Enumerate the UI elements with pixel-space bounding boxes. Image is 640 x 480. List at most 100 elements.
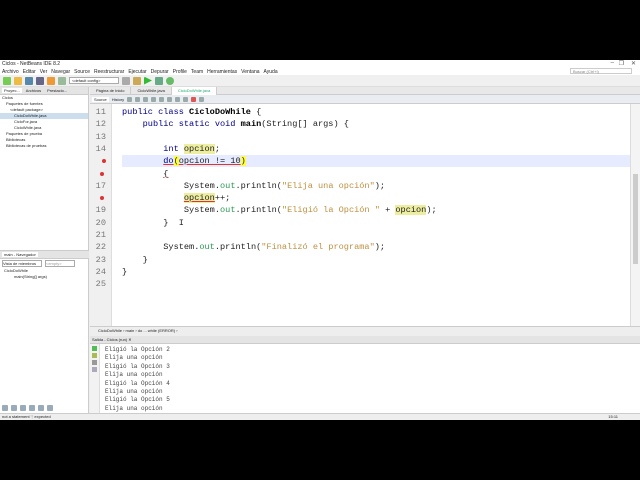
redo-icon[interactable] [58, 76, 66, 85]
code-token: } [122, 254, 148, 265]
source-tab[interactable]: Source [92, 96, 109, 102]
macro-stop-icon[interactable] [199, 96, 205, 102]
new-file-icon[interactable] [3, 76, 11, 85]
code-token: (String[] args) { [261, 119, 349, 130]
menu-item[interactable]: Editar [23, 69, 36, 75]
line-number: 22 [95, 242, 106, 253]
menu-item[interactable]: Ayuda [264, 69, 278, 75]
panel-tab[interactable]: Proyec... [2, 88, 22, 93]
search-input[interactable]: Buscar (Ctrl+I) [570, 68, 632, 74]
config-select[interactable]: <default config> [69, 77, 119, 84]
code-token: main [240, 119, 262, 130]
tree-item[interactable]: Bibliotecas de pruebas [0, 143, 88, 149]
navigator-tab[interactable]: main - Navegador [2, 252, 38, 257]
editor-toolbar: Source History [90, 95, 640, 104]
minimize-button[interactable]: – [611, 60, 614, 66]
code-text: public class CicloDoWhile { [122, 106, 261, 118]
editor-tab[interactable]: CicloWhile.java [131, 86, 172, 95]
debug-icon[interactable] [155, 76, 163, 85]
code-token: System. [122, 205, 220, 216]
rerun-params-icon[interactable] [92, 353, 97, 358]
profile-icon[interactable] [166, 76, 174, 85]
clean-build-icon[interactable] [133, 76, 141, 85]
shift-right-icon[interactable] [183, 96, 189, 102]
breadcrumb[interactable]: CicloDoWhile › main › do ... while (ERRO… [90, 326, 640, 334]
open-project-icon[interactable] [25, 76, 33, 85]
menu-item[interactable]: Navegar [51, 69, 70, 75]
menu-item[interactable]: Archivo [2, 69, 19, 75]
projects-panel: Proyec... Archivos Prestacio... Ciclos Paqu… [0, 87, 89, 413]
output-line: Eligió la Opción 3 [105, 362, 170, 370]
menu-item[interactable]: Ver [40, 69, 48, 75]
find-next-icon[interactable] [159, 96, 165, 102]
code-line: 25 [90, 278, 630, 290]
back-icon[interactable] [127, 96, 133, 102]
restore-button[interactable]: ❐ [619, 60, 624, 67]
output-line: Elija una opción [105, 388, 163, 395]
filter-icon[interactable] [47, 405, 53, 411]
menu-item[interactable]: Team [191, 69, 203, 75]
caret-position: 15:11 [608, 414, 618, 419]
filter-icon[interactable] [38, 405, 44, 411]
rerun-icon[interactable] [92, 346, 97, 351]
navigator-filters [2, 405, 53, 411]
menu-item[interactable]: Depurar [151, 69, 169, 75]
stop-icon[interactable] [92, 360, 97, 365]
code-token: out [220, 205, 236, 216]
output-line: Eligió la Opción 2 [105, 346, 170, 353]
line-number: 14 [95, 143, 106, 154]
editor-scrollbar[interactable] [630, 104, 640, 326]
code-token: opcion != 10 [178, 156, 241, 167]
shift-left-icon[interactable] [175, 96, 181, 102]
editor-tab[interactable]: Página de Inicio [90, 86, 132, 95]
menu-item[interactable]: Ejecutar [128, 69, 146, 75]
code-text: } I [122, 217, 184, 229]
close-button[interactable]: ✕ [631, 60, 636, 67]
line-number: 19 [95, 205, 106, 216]
new-project-icon[interactable] [14, 76, 22, 85]
code-token: public class [122, 107, 190, 117]
filter-icon[interactable] [29, 405, 35, 411]
navigator-method[interactable]: main(String[] args) [0, 274, 89, 280]
filter-icon[interactable] [20, 405, 26, 411]
undo-icon[interactable] [47, 76, 55, 85]
menu-item[interactable]: Profile [173, 69, 187, 75]
panel-tab[interactable]: Archivos [24, 88, 43, 93]
code-editor[interactable]: 11 public class CicloDoWhile {12 public s… [90, 104, 630, 326]
code-token: do [163, 156, 174, 167]
save-all-icon[interactable] [36, 76, 44, 85]
code-token: System. [122, 180, 220, 191]
code-token: } [122, 266, 128, 277]
output-line: Eligió la Opción 4 [105, 379, 170, 387]
forward-icon[interactable] [135, 96, 141, 102]
window-title: Ciclos - NetBeans IDE 8.2 [2, 61, 61, 67]
filter-select[interactable]: <empty> [45, 260, 75, 267]
code-line: 21 [90, 229, 630, 241]
view-select[interactable]: Vista de miembros [2, 260, 42, 267]
code-line: 11 public class CicloDoWhile { [90, 106, 630, 118]
code-token: ++; [214, 193, 231, 204]
code-text: System.out.println("Finalizó el programa… [122, 241, 385, 253]
menu-item[interactable]: Herramientas [207, 69, 237, 75]
find-prev-icon[interactable] [151, 96, 157, 102]
settings-icon[interactable] [92, 367, 97, 372]
code-token: .println( [235, 205, 282, 216]
macro-record-icon[interactable] [191, 96, 197, 102]
menu-item[interactable]: Ventana [241, 69, 259, 75]
menu-item[interactable]: Source [74, 69, 90, 75]
panel-tab[interactable]: Prestacio... [45, 88, 69, 93]
filter-icon[interactable] [2, 405, 8, 411]
find-icon[interactable] [143, 96, 149, 102]
build-icon[interactable] [122, 76, 130, 85]
toggle-bookmark-icon[interactable] [167, 96, 173, 102]
filter-icon[interactable] [11, 405, 17, 411]
editor-tab[interactable]: CicloDoWhile.java [171, 86, 218, 95]
output-tab[interactable]: Salida - Ciclos (run) ✕ [90, 336, 640, 344]
error-icon [100, 171, 104, 176]
code-token: opcion [183, 143, 215, 154]
history-tab[interactable]: History [112, 97, 124, 102]
menu-item[interactable]: Reestructurar [94, 69, 124, 75]
output-line: Elija una opción [105, 371, 163, 379]
run-icon[interactable] [144, 76, 152, 85]
